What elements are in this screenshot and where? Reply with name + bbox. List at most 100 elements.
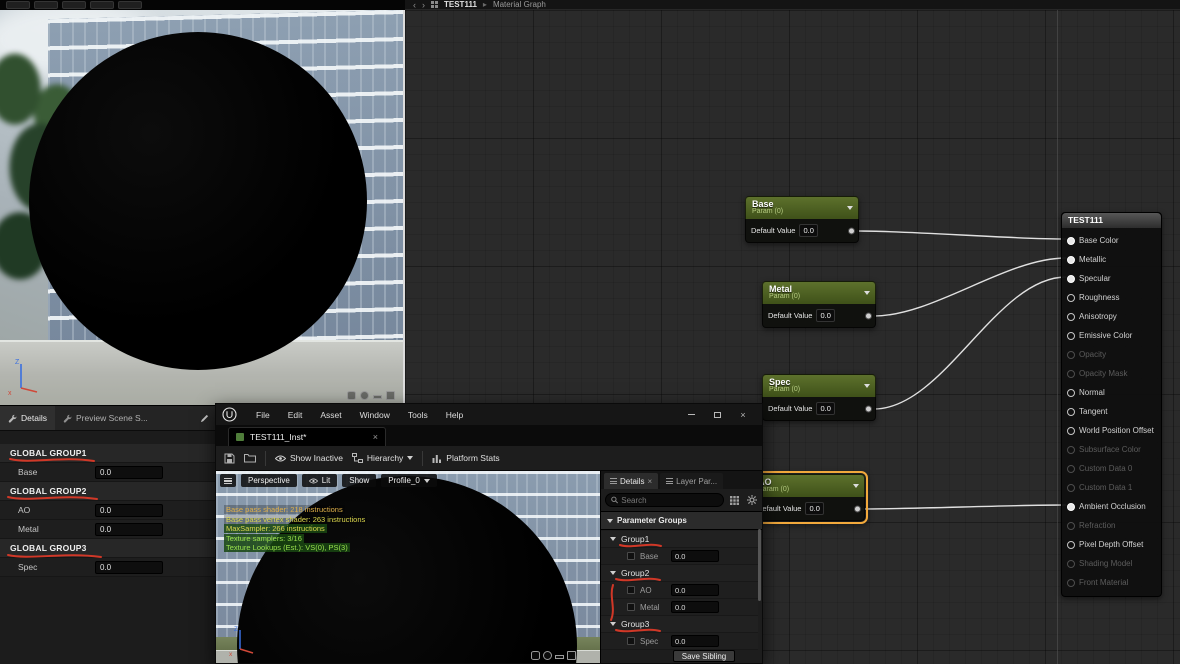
viewport-menu-button[interactable] xyxy=(220,474,236,487)
close-button[interactable]: × xyxy=(730,404,756,425)
param-node-metal[interactable]: Metal Param (0) Default Value 0.0 xyxy=(762,281,876,328)
menu-window[interactable]: Window xyxy=(351,410,399,420)
search-box[interactable] xyxy=(605,493,724,507)
tab-preview-scene-settings[interactable]: Preview Scene S... xyxy=(55,406,156,430)
pin-roughness[interactable]: Roughness xyxy=(1062,288,1161,307)
parameter-groups-header[interactable]: Parameter Groups xyxy=(601,511,762,530)
value-input[interactable]: 0.0 xyxy=(671,601,719,613)
param-node-header[interactable]: Base Param (0) xyxy=(745,196,859,219)
platform-stats-button[interactable]: Platform Stats xyxy=(432,453,500,463)
material-result-node[interactable]: TEST111 Base Color Metallic Specular Rou… xyxy=(1061,212,1162,597)
preview-shape-cylinder-button[interactable] xyxy=(347,391,356,400)
menu-tools[interactable]: Tools xyxy=(399,410,437,420)
output-pin[interactable] xyxy=(854,505,861,512)
preview-shape-cube-button[interactable] xyxy=(567,651,576,660)
output-pin[interactable] xyxy=(865,312,872,319)
taskbar-button[interactable] xyxy=(6,1,30,9)
param-node-ao[interactable]: AO Param (0) Default Value 0.0 xyxy=(748,471,868,524)
pin-emissive-color[interactable]: Emissive Color xyxy=(1062,326,1161,345)
preview-shape-sphere-button[interactable] xyxy=(543,651,552,660)
pin-tangent[interactable]: Tangent xyxy=(1062,402,1161,421)
param-node-spec[interactable]: Spec Param (0) Default Value 0.0 xyxy=(762,374,876,421)
value-input[interactable]: 0.0 xyxy=(95,522,163,536)
menu-help[interactable]: Help xyxy=(437,410,472,420)
save-sibling-button[interactable]: Save Sibling xyxy=(673,650,735,662)
group-row-group1[interactable]: Group1 xyxy=(601,531,758,548)
pin-ambient-occlusion[interactable]: Ambient Occlusion xyxy=(1062,497,1161,516)
instance-preview-viewport[interactable]: Perspective Lit Show Profile_0 Base pass… xyxy=(216,471,600,663)
category-row[interactable]: GLOBAL GROUP3 xyxy=(0,539,215,558)
override-checkbox[interactable] xyxy=(627,603,635,611)
show-menu-button[interactable]: Show xyxy=(342,474,377,487)
lit-mode-button[interactable]: Lit xyxy=(301,474,338,487)
back-arrow-icon[interactable]: ‹ xyxy=(413,0,416,9)
preview-viewport[interactable]: Z x xyxy=(0,10,405,405)
group-row-group3[interactable]: Group3 xyxy=(601,616,758,633)
default-value-input[interactable]: 0.0 xyxy=(805,502,824,515)
preview-sphere[interactable] xyxy=(29,32,367,370)
taskbar-button[interactable] xyxy=(118,1,142,9)
default-value-input[interactable]: 0.0 xyxy=(816,309,835,322)
pin-base-color[interactable]: Base Color xyxy=(1062,231,1161,250)
value-input[interactable]: 0.0 xyxy=(671,635,719,647)
pin-world-position-offset[interactable]: World Position Offset xyxy=(1062,421,1161,440)
save-button[interactable] xyxy=(224,453,235,464)
search-input[interactable] xyxy=(621,495,718,505)
pin-metallic[interactable]: Metallic xyxy=(1062,250,1161,269)
result-node-title[interactable]: TEST111 xyxy=(1062,213,1161,228)
edit-layout-button[interactable] xyxy=(200,414,215,423)
menu-asset[interactable]: Asset xyxy=(311,410,350,420)
value-input[interactable]: 0.0 xyxy=(671,550,719,562)
maximize-button[interactable] xyxy=(704,404,730,425)
tab-details[interactable]: Details × xyxy=(604,473,659,489)
breadcrumb-asset-name[interactable]: TEST111 xyxy=(444,0,477,9)
pin-specular[interactable]: Specular xyxy=(1062,269,1161,288)
preview-shape-cube-button[interactable] xyxy=(386,391,395,400)
default-value-input[interactable]: 0.0 xyxy=(799,224,818,237)
perspective-button[interactable]: Perspective xyxy=(241,474,297,487)
category-row[interactable]: GLOBAL GROUP1 xyxy=(0,444,215,463)
settings-button[interactable] xyxy=(745,494,758,507)
taskbar-button[interactable] xyxy=(62,1,86,9)
preview-shape-plane-button[interactable] xyxy=(555,655,564,659)
tab-details[interactable]: Details xyxy=(0,406,55,430)
taskbar-button[interactable] xyxy=(90,1,114,9)
window-title-bar[interactable]: File Edit Asset Window Tools Help × xyxy=(216,404,762,425)
chevron-down-icon[interactable] xyxy=(847,206,853,210)
value-input[interactable]: 0.0 xyxy=(95,560,163,574)
pin-normal[interactable]: Normal xyxy=(1062,383,1161,402)
browse-to-asset-button[interactable] xyxy=(244,453,256,463)
tab-close-icon[interactable]: × xyxy=(647,477,652,486)
preview-shape-sphere-button[interactable] xyxy=(360,391,369,400)
tab-layer-parameters[interactable]: Layer Par... xyxy=(660,473,724,489)
output-pin[interactable] xyxy=(865,405,872,412)
tab-close-icon[interactable]: × xyxy=(373,432,378,442)
profile-dropdown[interactable]: Profile_0 xyxy=(381,474,437,487)
override-checkbox[interactable] xyxy=(627,552,635,560)
param-node-header[interactable]: Metal Param (0) xyxy=(762,281,876,304)
display-options-button[interactable] xyxy=(728,494,741,507)
param-node-base[interactable]: Base Param (0) Default Value 0.0 xyxy=(745,196,859,243)
param-node-header[interactable]: Spec Param (0) xyxy=(762,374,876,397)
value-input[interactable]: 0.0 xyxy=(671,584,719,596)
minimize-button[interactable] xyxy=(678,404,704,425)
param-node-header[interactable]: AO Param (0) xyxy=(751,474,865,497)
show-inactive-button[interactable]: Show Inactive xyxy=(275,453,343,463)
category-row[interactable]: GLOBAL GROUP2 xyxy=(0,482,215,501)
forward-arrow-icon[interactable]: › xyxy=(422,0,425,9)
output-pin[interactable] xyxy=(848,227,855,234)
menu-edit[interactable]: Edit xyxy=(279,410,312,420)
hierarchy-button[interactable]: Hierarchy xyxy=(351,453,414,463)
override-checkbox[interactable] xyxy=(627,637,635,645)
preview-shape-plane-button[interactable] xyxy=(373,395,382,399)
taskbar-button[interactable] xyxy=(34,1,58,9)
preview-shape-cylinder-button[interactable] xyxy=(531,651,540,660)
value-input[interactable]: 0.0 xyxy=(95,503,163,517)
pin-anisotropy[interactable]: Anisotropy xyxy=(1062,307,1161,326)
chevron-down-icon[interactable] xyxy=(853,484,859,488)
chevron-down-icon[interactable] xyxy=(864,384,870,388)
override-checkbox[interactable] xyxy=(627,586,635,594)
default-value-input[interactable]: 0.0 xyxy=(816,402,835,415)
scrollbar[interactable] xyxy=(758,529,761,601)
group-row-group2[interactable]: Group2 xyxy=(601,565,758,582)
